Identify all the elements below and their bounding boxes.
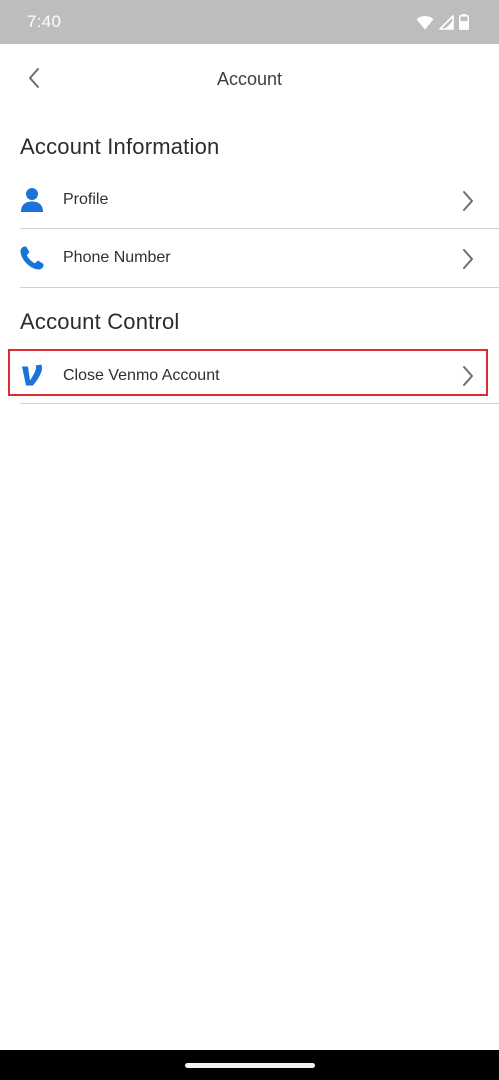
section-heading-account-information: Account Information [20,134,220,159]
status-icons [416,13,469,31]
chevron-right-icon [461,190,475,212]
divider [20,228,499,229]
section-heading-account-control: Account Control [20,309,180,334]
person-icon [19,187,45,213]
venmo-logo-icon [19,362,45,388]
status-time: 7:40 [27,12,62,31]
divider [20,403,499,404]
profile-row[interactable]: Profile [0,172,499,230]
page-title: Account [216,69,283,89]
battery-icon [459,14,469,30]
cell-signal-icon [439,14,454,30]
account-screen: 7:40 Account Account Information Profile… [0,0,499,1080]
home-indicator[interactable] [185,1063,315,1068]
divider [20,287,499,288]
navigation-bar [0,1050,499,1080]
chevron-right-icon [461,248,475,270]
app-header: Account [0,44,499,116]
phone-number-row[interactable]: Phone Number [0,230,499,288]
status-bar: 7:40 [0,0,499,44]
phone-number-label: Phone Number [63,249,171,266]
close-venmo-account-row[interactable]: Close Venmo Account [0,347,499,405]
close-venmo-account-label: Close Venmo Account [63,367,220,384]
wifi-icon [416,15,434,30]
chevron-right-icon [461,365,475,387]
profile-label: Profile [63,191,109,208]
phone-icon [19,245,45,271]
